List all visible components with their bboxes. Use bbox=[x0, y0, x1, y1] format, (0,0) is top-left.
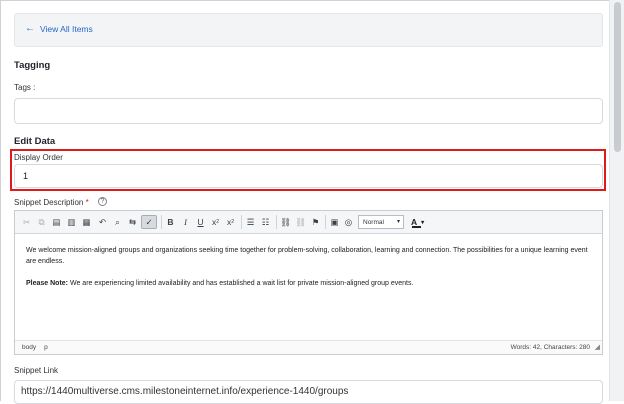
subscript-icon[interactable]: x2 bbox=[210, 215, 221, 229]
link-icon[interactable]: ⛓ bbox=[280, 215, 291, 229]
anchor-icon[interactable]: ⚑ bbox=[310, 215, 321, 229]
caret-down-icon: ▾ bbox=[421, 219, 425, 226]
tags-input[interactable] bbox=[14, 98, 603, 124]
cut-icon[interactable]: ✂ bbox=[21, 215, 32, 229]
paste-text-icon[interactable]: ▥ bbox=[66, 215, 77, 229]
toolbar-separator bbox=[325, 215, 326, 229]
copy-icon[interactable]: ⧉ bbox=[36, 215, 47, 229]
note-label: Please Note: bbox=[26, 280, 69, 287]
snippet-description-label: Snippet Description * bbox=[14, 198, 89, 207]
view-all-items-label: View All Items bbox=[40, 24, 93, 34]
snippet-link-input[interactable]: https://1440multiverse.cms.milestoneinte… bbox=[14, 380, 603, 404]
format-select[interactable]: Normal ▾ bbox=[358, 215, 404, 229]
element-path: body p bbox=[22, 344, 48, 351]
toolbar-separator bbox=[241, 215, 242, 229]
note-text: We are experiencing limited availability… bbox=[68, 280, 414, 287]
superscript-icon[interactable]: x2 bbox=[225, 215, 236, 229]
scrollbar[interactable] bbox=[609, 0, 624, 401]
image-icon[interactable]: ▣ bbox=[329, 215, 340, 229]
paste-icon[interactable]: ▤ bbox=[51, 215, 62, 229]
editor-toolbar: ✂ ⧉ ▤ ▥ ▦ ↶ ⌕ ⇆ ✓ B I U x2 x2 ☰ ☷ ⛓ ⛓ ⚑ … bbox=[15, 211, 602, 234]
text-color-swatch bbox=[412, 226, 421, 228]
numbered-list-icon[interactable]: ☰ bbox=[245, 215, 256, 229]
edit-data-section-title: Edit Data bbox=[14, 136, 56, 147]
snippet-link-label: Snippet Link bbox=[14, 366, 59, 375]
replace-icon[interactable]: ⇆ bbox=[127, 215, 138, 229]
rich-text-editor: ✂ ⧉ ▤ ▥ ▦ ↶ ⌕ ⇆ ✓ B I U x2 x2 ☰ ☷ ⛓ ⛓ ⚑ … bbox=[14, 210, 603, 355]
bold-button[interactable]: B bbox=[165, 215, 176, 229]
back-bar: ← View All Items bbox=[14, 13, 603, 47]
help-icon[interactable]: ? bbox=[98, 197, 107, 206]
text-color-button[interactable]: A ▾ bbox=[411, 215, 429, 229]
find-icon[interactable]: ⌕ bbox=[112, 215, 123, 229]
toolbar-separator bbox=[161, 215, 162, 229]
unlink-icon[interactable]: ⛓ bbox=[295, 215, 306, 229]
undo-icon[interactable]: ↶ bbox=[97, 215, 108, 229]
window-left-border bbox=[0, 0, 1, 401]
editor-paragraph: We welcome mission-aligned groups and or… bbox=[26, 247, 588, 265]
toolbar-separator bbox=[276, 215, 277, 229]
caret-down-icon: ▾ bbox=[396, 219, 400, 225]
scrollbar-thumb[interactable] bbox=[614, 2, 621, 152]
path-body[interactable]: body bbox=[22, 344, 36, 351]
editor-paragraph-note: Please Note: We are experiencing limited… bbox=[26, 278, 591, 289]
bulleted-list-icon[interactable]: ☷ bbox=[260, 215, 271, 229]
spellcheck-icon[interactable]: ✓ bbox=[141, 215, 157, 229]
underline-button[interactable]: U bbox=[195, 215, 206, 229]
required-mark: * bbox=[85, 198, 89, 207]
display-order-highlight bbox=[10, 149, 606, 191]
tagging-section-title: Tagging bbox=[14, 60, 51, 71]
italic-button[interactable]: I bbox=[180, 215, 191, 229]
tags-label: Tags : bbox=[14, 83, 36, 92]
paste-word-icon[interactable]: ▦ bbox=[81, 215, 92, 229]
editor-statusbar: body p Words: 42, Characters: 280 ◢ bbox=[15, 340, 602, 354]
window-top-border bbox=[0, 0, 624, 1]
word-count: Words: 42, Characters: 280 bbox=[510, 344, 590, 351]
format-select-value: Normal bbox=[363, 218, 384, 226]
arrow-left-icon: ← bbox=[25, 23, 35, 34]
editor-content[interactable]: We welcome mission-aligned groups and or… bbox=[26, 245, 591, 300]
view-all-items-link[interactable]: ← View All Items bbox=[25, 23, 93, 35]
resize-handle-icon[interactable]: ◢ bbox=[595, 343, 600, 351]
snippet-description-text: Snippet Description bbox=[14, 198, 84, 207]
source-icon[interactable]: ◎ bbox=[343, 215, 354, 229]
path-p[interactable]: p bbox=[44, 344, 48, 351]
